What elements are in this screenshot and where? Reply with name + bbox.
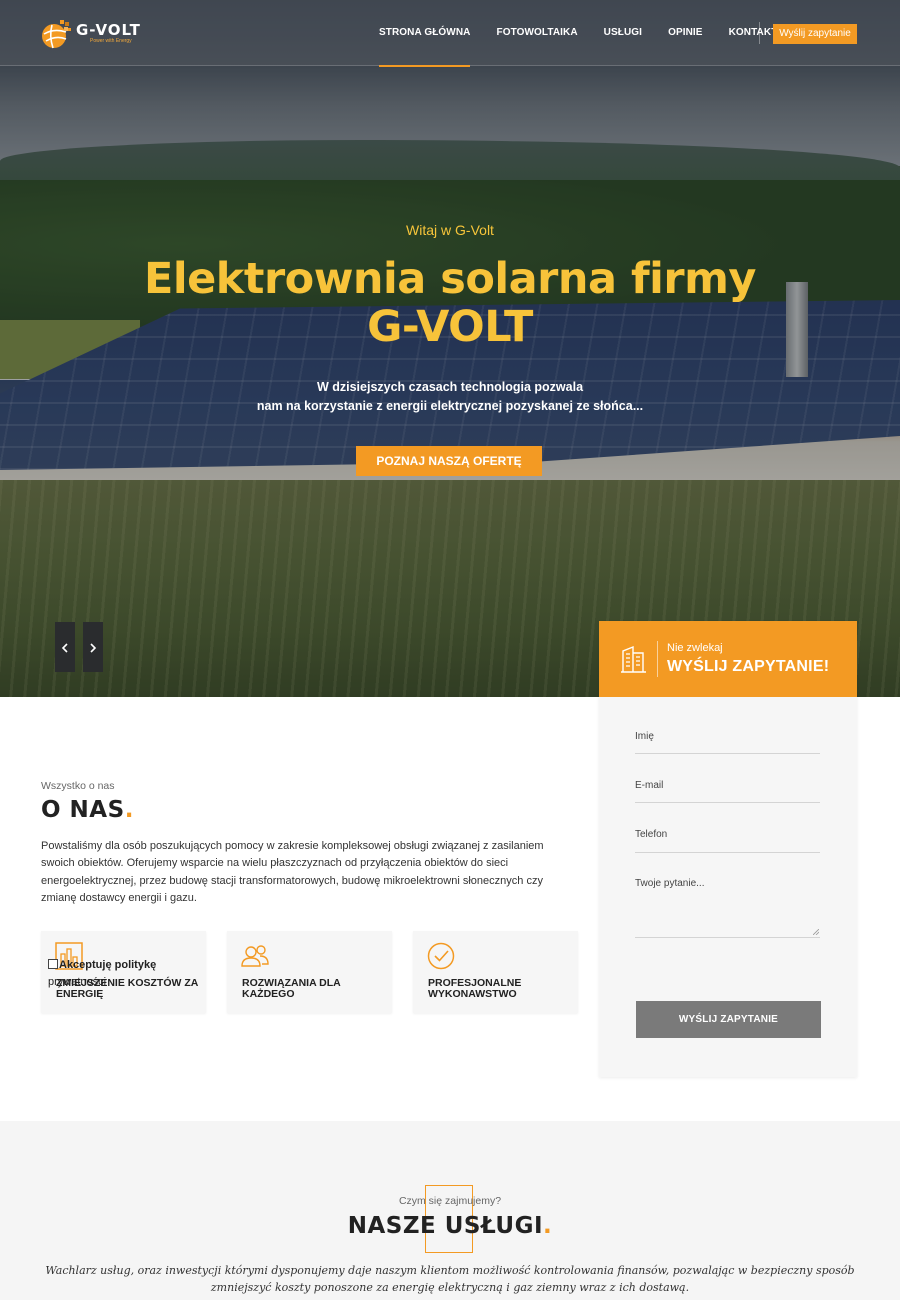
services-title-dot: . <box>543 1213 553 1239</box>
hero-description: W dzisiejszych czasach technologia pozwa… <box>200 378 700 416</box>
offer-button[interactable]: POZNAJ NASZĄ OFERTĘ <box>356 446 542 476</box>
question-placeholder: Twoje pytanie... <box>635 878 705 889</box>
about-title-dot: . <box>124 797 134 823</box>
hero-title: Elektrownia solarna firmy G-VOLT <box>120 255 780 351</box>
send-inquiry-nav-button[interactable]: Wyślij zapytanie <box>773 24 857 44</box>
services-kicker: Czym się zajmujemy? <box>398 1195 502 1207</box>
feature-label: PROFESJONALNE WYKONAWSTWO <box>428 977 522 1000</box>
menu-item-photovoltaics[interactable]: FOTOWOLTAIKA <box>496 0 577 66</box>
hero-title-line2: G-VOLT <box>367 302 533 352</box>
menu-divider <box>759 22 760 44</box>
name-field-placeholder: Imię <box>635 731 654 742</box>
menu-item-services[interactable]: USŁUGI <box>604 0 642 66</box>
privacy-checkbox[interactable] <box>48 959 58 969</box>
logo-text: G-VOLT Power with Energy <box>76 23 141 45</box>
slider-next-button[interactable] <box>83 622 103 672</box>
building-icon <box>621 645 646 673</box>
form-title: WYŚLIJ ZAPYTANIE! <box>667 658 830 675</box>
question-textarea[interactable]: Twoje pytanie... <box>635 878 820 938</box>
chevron-left-icon <box>61 642 68 653</box>
feature-label: ROZWIĄZANIA DLA KAŻDEGO <box>242 977 341 1000</box>
menu-item-home[interactable]: STRONA GŁÓWNA <box>379 0 471 67</box>
services-title-text: NASZE USŁUGI <box>347 1213 544 1239</box>
hero-desc-line2: nam na korzystanie z energii elektryczne… <box>256 399 644 413</box>
consent-label: Akceptuję politykę <box>59 959 157 971</box>
about-title-text: O NAS <box>41 797 125 823</box>
email-field[interactable]: E-mail <box>635 780 820 803</box>
email-field-placeholder: E-mail <box>635 780 664 791</box>
privacy-link[interactable]: prywatności <box>48 974 228 991</box>
users-icon <box>241 945 269 967</box>
about-text: Powstaliśmy dla osób poszukujących pomoc… <box>41 840 544 904</box>
chevron-right-icon <box>90 642 97 653</box>
logo-icon <box>42 20 71 49</box>
resize-handle-icon[interactable] <box>813 929 819 935</box>
feature-card-professional: PROFESJONALNE WYKONAWSTWO <box>413 931 578 1013</box>
about-title: O NAS. <box>41 797 134 823</box>
logo-tagline: Power with Energy <box>90 38 132 44</box>
hero-section: Witaj w G-Volt Elektrownia solarna firmy… <box>0 0 900 697</box>
form-kicker: Nie zwlekaj <box>667 642 723 654</box>
hero-desc-line1: W dzisiejszych czasach technologia pozwa… <box>316 380 584 394</box>
feature-card-solutions: ROZWIĄZANIA DLA KAŻDEGO <box>227 931 392 1013</box>
name-field[interactable]: Imię <box>635 731 820 754</box>
top-navigation: G-VOLT Power with Energy STRONA GŁÓWNA F… <box>0 0 900 67</box>
check-circle-icon <box>427 942 455 970</box>
privacy-consent: Akceptuję politykę prywatności <box>48 957 228 991</box>
about-kicker: Wszystko o nas <box>41 780 115 792</box>
menu-item-reviews[interactable]: OPINIE <box>668 0 703 66</box>
hero-kicker: Witaj w G-Volt <box>406 222 494 238</box>
services-title: NASZE USŁUGI. <box>0 1213 900 1239</box>
phone-field-placeholder: Telefon <box>635 829 668 840</box>
inquiry-form-header: Nie zwlekaj WYŚLIJ ZAPYTANIE! <box>599 621 857 697</box>
phone-field[interactable]: Telefon <box>635 829 820 853</box>
services-description: Wachlarz usług, oraz inwestycji którymi … <box>45 1264 855 1294</box>
logo-name: G-VOLT <box>76 21 141 39</box>
logo[interactable]: G-VOLT Power with Energy <box>40 18 141 50</box>
menu-item-contact[interactable]: KONTAKT <box>729 0 778 66</box>
hero-title-line1: Elektrownia solarna firmy <box>144 254 756 304</box>
slider-prev-button[interactable] <box>55 622 75 672</box>
submit-inquiry-button[interactable]: WYŚLIJ ZAPYTANIE <box>636 1001 821 1038</box>
services-section: Czym się zajmujemy? NASZE USŁUGI. Wachla… <box>0 1121 900 1300</box>
main-menu: STRONA GŁÓWNA FOTOWOLTAIKA USŁUGI OPINIE… <box>379 0 803 67</box>
form-header-divider <box>657 641 658 677</box>
